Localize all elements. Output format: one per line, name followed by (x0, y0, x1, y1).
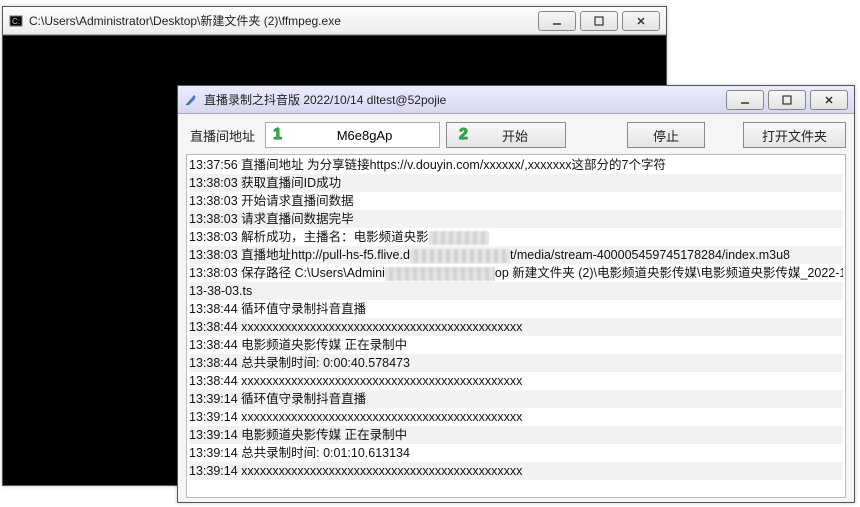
censored-span (429, 231, 489, 245)
log-line: 13:38:03 请求直播间数据完毕 (189, 210, 843, 228)
censored-span (385, 267, 495, 281)
log-line: 13:38:03 获取直播间ID成功 (189, 174, 843, 192)
log-line: 13:37:56 直播间地址 为分享链接https://v.douyin.com… (189, 156, 843, 174)
log-line: 13:38:44 总共录制时间: 0:00:40.578473 (189, 354, 843, 372)
log-line: 13:38:03 开始请求直播间数据 (189, 192, 843, 210)
address-input[interactable] (265, 122, 440, 148)
log-line: 13:39:14 电影频道央影传媒 正在录制中 (189, 426, 843, 444)
log-line: 13:38:03 直播地址http://pull-hs-f5.flive.dt/… (189, 246, 843, 264)
ffmpeg-title: C:\Users\Administrator\Desktop\新建文件夹 (2)… (29, 12, 528, 29)
log-line: 13:39:14 xxxxxxxxxxxxxxxxxxxxxxxxxxxxxxx… (189, 408, 843, 426)
console-icon: C: (9, 14, 23, 28)
log-line: 13:39:14 总共录制时间: 0:01:10.613134 (189, 444, 843, 462)
recorder-title: 直播录制之抖音版 2022/10/14 dltest@52pojie (204, 91, 716, 108)
log-line: 13:39:14 循环值守录制抖音直播 (189, 390, 843, 408)
open-folder-button[interactable]: 打开文件夹 (743, 122, 846, 148)
recorder-window-controls (722, 90, 848, 110)
address-label: 直播间地址 (186, 126, 259, 145)
recorder-titlebar[interactable]: 直播录制之抖音版 2022/10/14 dltest@52pojie (178, 86, 854, 114)
log-line: 13-38-03.ts (189, 282, 843, 300)
open-folder-button-label: 打开文件夹 (762, 129, 827, 144)
log-line: 13:38:44 xxxxxxxxxxxxxxxxxxxxxxxxxxxxxxx… (189, 318, 843, 336)
log-view[interactable]: 13:37:56 直播间地址 为分享链接https://v.douyin.com… (186, 154, 846, 498)
maximize-button[interactable] (768, 90, 806, 110)
log-line: 13:38:44 循环值守录制抖音直播 (189, 300, 843, 318)
callout-2: 2 (459, 126, 468, 144)
ffmpeg-window-controls (534, 11, 660, 31)
stop-button-label: 停止 (653, 129, 679, 144)
close-button[interactable] (810, 90, 848, 110)
close-button[interactable] (622, 11, 660, 31)
log-line: 13:38:44 电影频道央影传媒 正在录制中 (189, 336, 843, 354)
log-line: 13:39:14 xxxxxxxxxxxxxxxxxxxxxxxxxxxxxxx… (189, 462, 843, 480)
recorder-body: 直播间地址 1 2 开始 停止 打开文件夹 13:37:56 直播间地址 为分享… (178, 114, 854, 502)
stop-button[interactable]: 停止 (627, 122, 705, 148)
maximize-button[interactable] (580, 11, 618, 31)
censored-span (410, 249, 510, 263)
feather-icon (184, 93, 198, 107)
minimize-button[interactable] (726, 90, 764, 110)
svg-text:C:: C: (12, 17, 20, 26)
recorder-window: 直播录制之抖音版 2022/10/14 dltest@52pojie 直播间地址… (177, 85, 855, 503)
start-button-label: 开始 (502, 129, 528, 144)
log-line: 13:38:03 解析成功，主播名：电影频道央影 (189, 228, 843, 246)
ffmpeg-titlebar[interactable]: C: C:\Users\Administrator\Desktop\新建文件夹 … (3, 7, 666, 35)
start-button[interactable]: 2 开始 (446, 122, 566, 148)
address-input-wrap: 1 (265, 122, 440, 148)
toolbar: 直播间地址 1 2 开始 停止 打开文件夹 (186, 122, 846, 148)
log-line: 13:38:03 保存路径 C:\Users\Adminiop 新建文件夹 (2… (189, 264, 843, 282)
minimize-button[interactable] (538, 11, 576, 31)
log-line: 13:38:44 xxxxxxxxxxxxxxxxxxxxxxxxxxxxxxx… (189, 372, 843, 390)
